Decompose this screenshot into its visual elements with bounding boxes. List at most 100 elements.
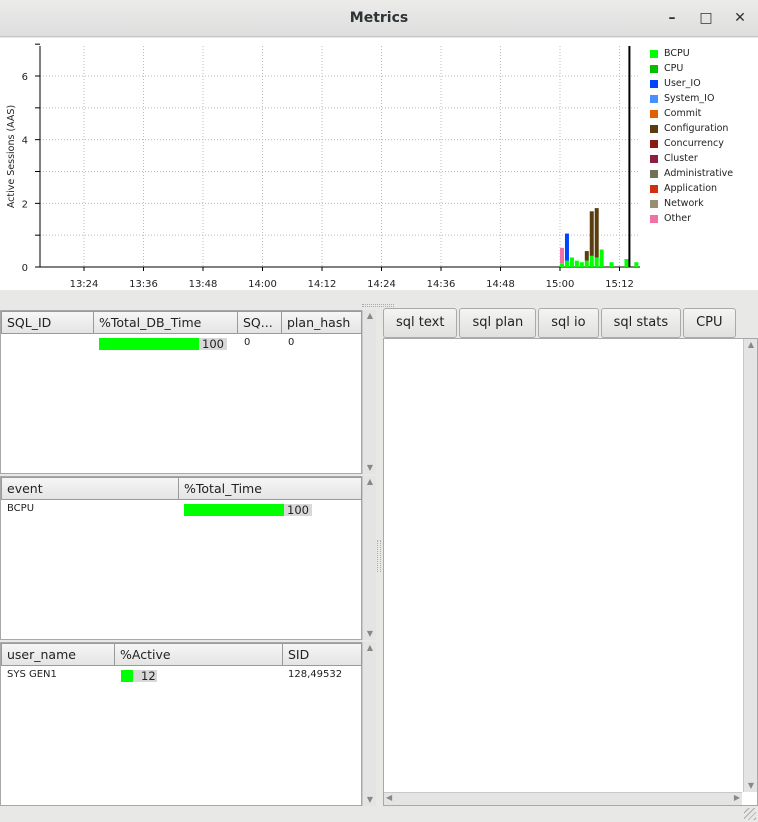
legend-item: Cluster	[650, 151, 758, 166]
scroll-down-icon[interactable]: ▼	[363, 794, 377, 806]
maximize-button[interactable]: □	[696, 8, 716, 28]
plan-hash-cell: 0	[288, 337, 295, 348]
legend-label: Concurrency	[664, 138, 724, 149]
y-axis-label: Active Sessions (AAS)	[6, 105, 17, 208]
event-table: event %Total_Time BCPU 100	[0, 476, 362, 640]
scroll-up-icon[interactable]: ▲	[744, 339, 758, 351]
chart-bar	[564, 233, 569, 261]
legend-swatch	[650, 109, 658, 118]
legend-label: System_IO	[664, 93, 715, 104]
chart-bar	[589, 255, 594, 267]
legend-label: CPU	[664, 63, 684, 74]
x-tick-label: 14:24	[367, 279, 396, 290]
chart-bar	[569, 257, 574, 267]
tab-sql-stats[interactable]: sql stats	[600, 308, 682, 338]
scroll-left-icon[interactable]: ◀	[386, 793, 392, 802]
tab-sql-io[interactable]: sql io	[538, 308, 599, 338]
y-tick-label: 0	[22, 263, 28, 274]
column-header-event[interactable]: event	[1, 477, 179, 500]
total-time-bar: 100	[184, 504, 312, 516]
legend-label: Cluster	[664, 153, 698, 164]
legend-item: Concurrency	[650, 136, 758, 151]
legend-swatch	[650, 64, 658, 73]
legend-label: User_IO	[664, 78, 701, 89]
legend-item: Commit	[650, 106, 758, 121]
chart-bar	[579, 262, 584, 267]
legend-swatch	[650, 139, 658, 148]
table-row[interactable]: 100 0 0	[1, 335, 361, 351]
chart-legend: BCPU CPU User_IO System_IO Commit Configurati…	[650, 46, 758, 226]
chart-bar	[589, 211, 594, 256]
active-value: 12	[141, 669, 156, 683]
legend-label: Other	[664, 213, 691, 224]
legend-swatch	[650, 214, 658, 223]
chart-bar	[624, 259, 629, 267]
scroll-up-icon[interactable]: ▲	[363, 310, 377, 322]
column-header-total-time[interactable]: %Total_Time	[179, 477, 362, 500]
legend-swatch	[650, 154, 658, 163]
table-row[interactable]: BCPU 100	[1, 501, 361, 517]
sid-cell: 128,49532	[288, 669, 343, 680]
scroll-up-icon[interactable]: ▲	[363, 476, 377, 488]
sql-table-scrollbar[interactable]: ▲ ▼	[362, 310, 376, 474]
minimize-button[interactable]: –	[662, 8, 682, 28]
chart-bar	[594, 208, 599, 258]
legend-label: Application	[664, 183, 718, 194]
chart-bar	[584, 251, 589, 261]
column-header-sid[interactable]: SID	[283, 643, 362, 666]
db-time-bar: 100	[99, 338, 227, 350]
tab-cpu[interactable]: CPU	[683, 308, 736, 338]
user-name-cell: SYS GEN1	[7, 669, 57, 680]
vertical-splitter[interactable]	[377, 540, 381, 572]
metrics-chart: 0 2 4 6 Active Sessions (AAS) 13:24 13:36 13:48…	[0, 38, 758, 290]
legend-label: Commit	[664, 108, 702, 119]
event-table-scrollbar[interactable]: ▲ ▼	[362, 476, 376, 640]
legend-item: Administrative	[650, 166, 758, 181]
event-name-cell: BCPU	[7, 503, 35, 514]
tab-sql-text[interactable]: sql text	[383, 308, 458, 338]
scroll-down-icon[interactable]: ▼	[363, 462, 377, 474]
x-tick-label: 14:00	[248, 279, 277, 290]
column-header-active[interactable]: %Active	[115, 643, 283, 666]
close-button[interactable]: ✕	[730, 8, 750, 28]
window-titlebar: Metrics – □ ✕	[0, 0, 758, 37]
detail-text-area[interactable]	[383, 338, 758, 806]
x-tick-label: 13:24	[70, 279, 99, 290]
detail-vertical-scrollbar[interactable]: ▲ ▼	[743, 339, 757, 792]
legend-item: User_IO	[650, 76, 758, 91]
legend-swatch	[650, 94, 658, 103]
active-bar: 12	[121, 670, 157, 682]
x-tick-label: 14:48	[486, 279, 515, 290]
column-header-sql-id[interactable]: SQL_ID	[1, 311, 94, 334]
event-table-header: event %Total_Time	[1, 477, 362, 500]
scroll-down-icon[interactable]: ▼	[744, 780, 758, 792]
column-header-plan-hash[interactable]: plan_hash	[282, 311, 362, 334]
tab-sql-plan[interactable]: sql plan	[459, 308, 537, 338]
detail-horizontal-scrollbar[interactable]: ◀ ▶	[384, 792, 742, 805]
legend-item: Configuration	[650, 121, 758, 136]
chart-bar	[560, 263, 564, 267]
total-time-value: 100	[287, 503, 309, 517]
y-tick-label: 6	[22, 72, 28, 83]
table-row[interactable]: SYS GEN1 12 128,49532	[1, 667, 361, 683]
session-table-header: user_name %Active SID	[1, 643, 362, 666]
session-table-scrollbar[interactable]: ▲ ▼	[362, 642, 376, 806]
x-tick-label: 15:12	[605, 279, 634, 290]
resize-grip-icon[interactable]	[744, 808, 756, 820]
column-header-sq[interactable]: SQ...	[238, 311, 282, 334]
column-header-total-db-time[interactable]: %Total_DB_Time	[94, 311, 238, 334]
chart-bar	[574, 260, 579, 267]
legend-label: BCPU	[664, 48, 690, 59]
scroll-up-icon[interactable]: ▲	[363, 642, 377, 654]
sq-cell: 0	[244, 337, 251, 348]
column-header-user-name[interactable]: user_name	[1, 643, 115, 666]
legend-item: BCPU	[650, 46, 758, 61]
legend-swatch	[650, 169, 658, 178]
total-time-bar-fill	[184, 504, 284, 516]
legend-swatch	[650, 79, 658, 88]
chart-bar	[560, 247, 564, 264]
chart-bar	[634, 262, 639, 267]
horizontal-splitter[interactable]	[0, 290, 758, 308]
scroll-down-icon[interactable]: ▼	[363, 628, 377, 640]
scroll-right-icon[interactable]: ▶	[734, 793, 740, 802]
